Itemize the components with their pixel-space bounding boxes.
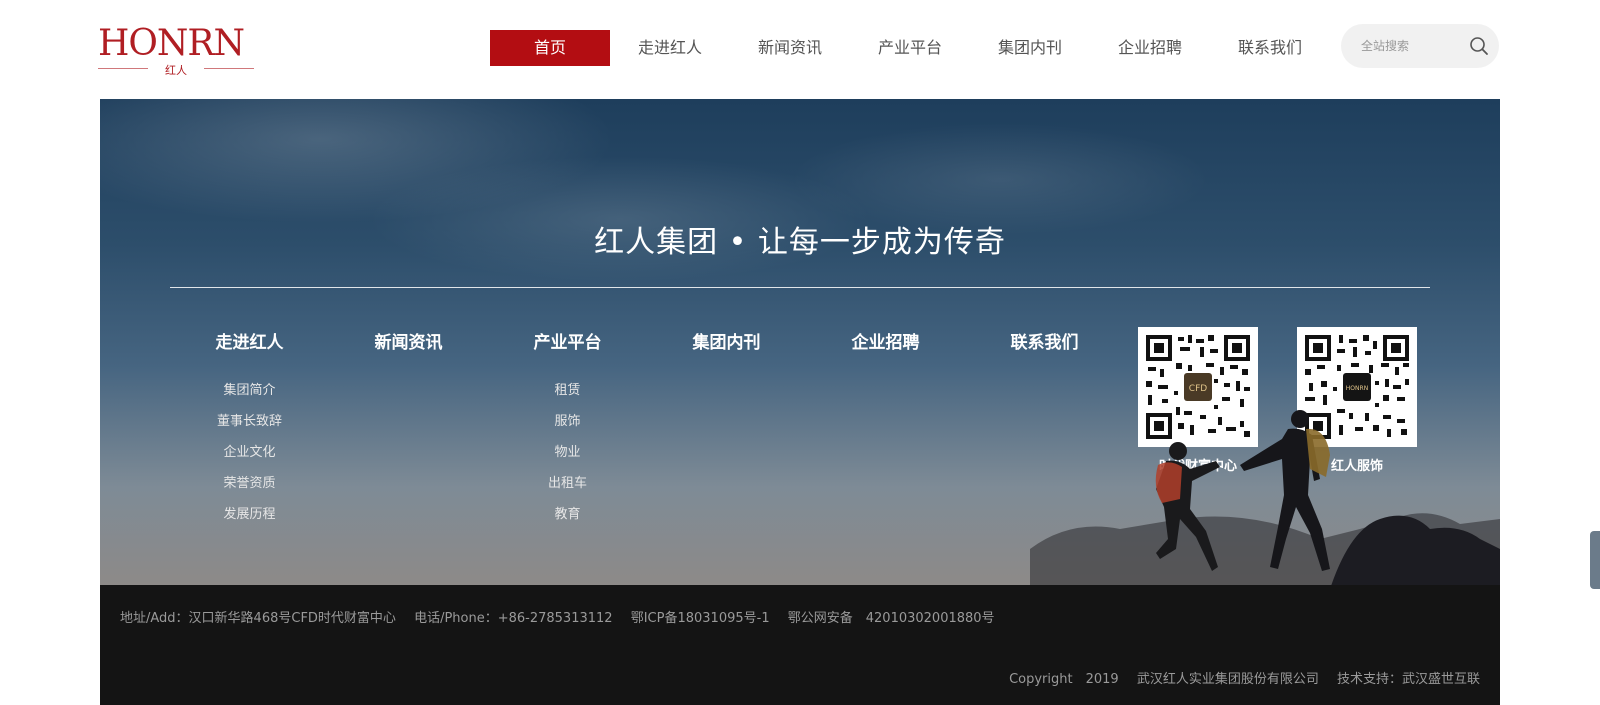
tech-support-link[interactable]: 技术支持：武汉盛世互联 [1337, 672, 1480, 687]
link-leasing[interactable]: 租赁 [488, 375, 647, 406]
logo[interactable]: HONRN 红人 [98, 23, 258, 77]
footer-icp-link[interactable]: 鄂ICP备18031095号-1 [631, 611, 770, 626]
column-industry: 产业平台 租赁 服饰 物业 出租车 教育 [488, 331, 647, 530]
column-title[interactable]: 集团内刊 [647, 331, 806, 355]
column-jobs: 企业招聘 [806, 331, 965, 530]
nav-item-journal[interactable]: 集团内刊 [970, 30, 1090, 66]
nav-item-contact[interactable]: 联系我们 [1210, 30, 1330, 66]
column-title[interactable]: 企业招聘 [806, 331, 965, 355]
copyright-text: Copyright 2019 [1009, 672, 1119, 687]
divider [170, 287, 1430, 288]
nav-item-about[interactable]: 走进红人 [610, 30, 730, 66]
column-title[interactable]: 联系我们 [965, 331, 1124, 355]
column-journal: 集团内刊 [647, 331, 806, 530]
logo-subtitle: 红人 [98, 62, 254, 78]
side-widget-tab[interactable] [1590, 531, 1600, 589]
link-history[interactable]: 发展历程 [170, 499, 329, 530]
footer-nav-columns: 走进红人 集团简介 董事长致辞 企业文化 荣誉资质 发展历程 新闻资讯 产业平台… [170, 331, 1124, 530]
footer-phone: 电话/Phone：+86-2785313112 [414, 611, 613, 626]
nav-item-industry[interactable]: 产业平台 [850, 30, 970, 66]
link-culture[interactable]: 企业文化 [170, 437, 329, 468]
search-box [1341, 24, 1499, 68]
nav-item-news[interactable]: 新闻资讯 [730, 30, 850, 66]
nav-item-home[interactable]: 首页 [490, 30, 610, 66]
site-footer: 地址/Add：汉口新华路468号CFD时代财富中心 电话/Phone：+86-2… [100, 585, 1500, 705]
link-honors[interactable]: 荣誉资质 [170, 468, 329, 499]
link-apparel[interactable]: 服饰 [488, 406, 647, 437]
link-property[interactable]: 物业 [488, 437, 647, 468]
footer-info: 地址/Add：汉口新华路468号CFD时代财富中心 电话/Phone：+86-2… [120, 607, 1009, 626]
column-about: 走进红人 集团简介 董事长致辞 企业文化 荣誉资质 发展历程 [170, 331, 329, 530]
qr-center-logo: HONRN [1346, 385, 1368, 392]
footer-police-link[interactable]: 鄂公网安备 42010302001880号 [788, 611, 995, 626]
climbers-silhouette-image [1030, 410, 1500, 585]
link-group-intro[interactable]: 集团简介 [170, 375, 329, 406]
link-chairman-speech[interactable]: 董事长致辞 [170, 406, 329, 437]
nav-item-jobs[interactable]: 企业招聘 [1090, 30, 1210, 66]
footer-copyright: Copyright 2019 武汉红人实业集团股份有限公司 技术支持：武汉盛世互… [995, 668, 1480, 687]
column-title[interactable]: 新闻资讯 [329, 331, 488, 355]
column-title[interactable]: 产业平台 [488, 331, 647, 355]
hero-banner: 红人集团 • 让每一步成为传奇 走进红人 集团简介 董事长致辞 企业文化 荣誉资… [100, 99, 1500, 585]
company-name: 武汉红人实业集团股份有限公司 [1136, 672, 1319, 687]
search-icon[interactable] [1469, 36, 1489, 56]
column-title[interactable]: 走进红人 [170, 331, 329, 355]
link-taxi[interactable]: 出租车 [488, 468, 647, 499]
qr-center-logo: CFD [1189, 384, 1207, 394]
main-nav: 首页 走进红人 新闻资讯 产业平台 集团内刊 企业招聘 联系我们 [490, 30, 1330, 66]
search-input[interactable] [1361, 36, 1461, 56]
column-news: 新闻资讯 [329, 331, 488, 530]
banner-slogan: 红人集团 • 让每一步成为传奇 [594, 225, 1006, 260]
link-education[interactable]: 教育 [488, 499, 647, 530]
logo-text: HONRN [98, 23, 245, 64]
footer-address: 地址/Add：汉口新华路468号CFD时代财富中心 [120, 611, 396, 626]
